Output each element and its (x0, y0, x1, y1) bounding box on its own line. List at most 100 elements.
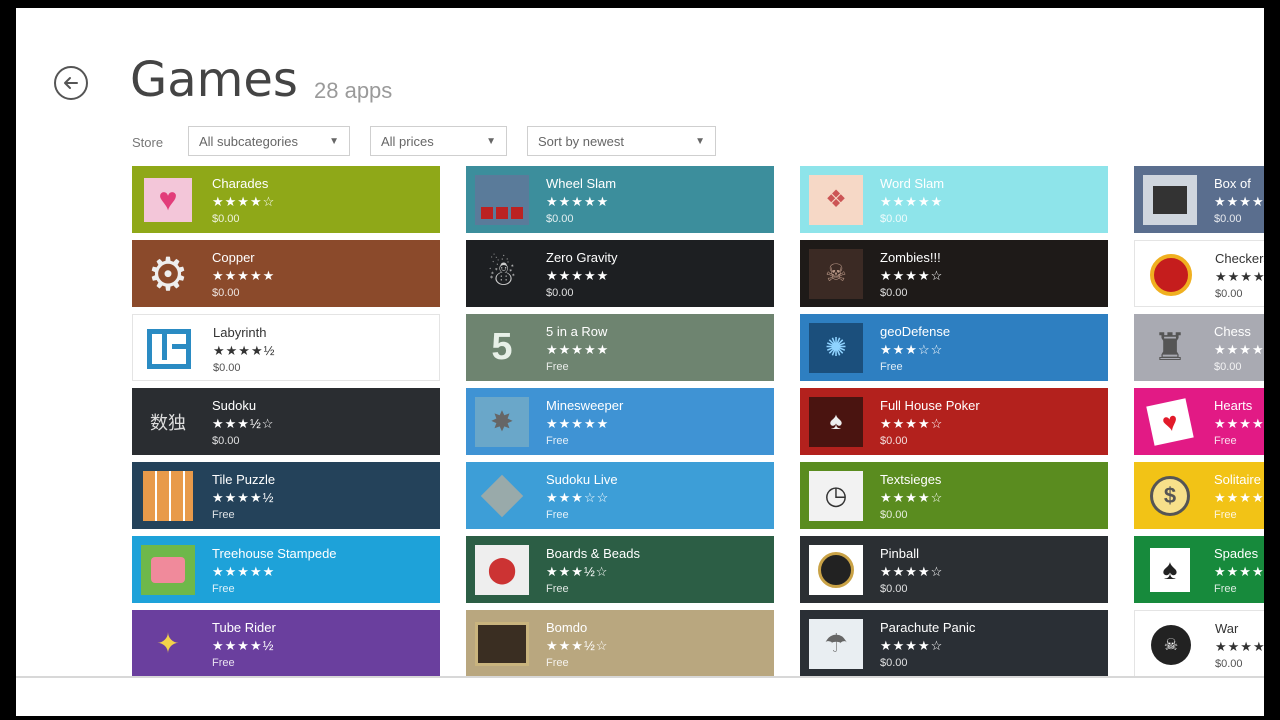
app-price: $0.00 (1214, 361, 1242, 373)
price-value: All prices (381, 133, 434, 149)
app-price: Free (546, 361, 569, 373)
app-tile[interactable]: ✺ geoDefense ★★★☆☆ Free (800, 314, 1108, 381)
app-tile[interactable]: 数独 Sudoku ★★★½☆ $0.00 (132, 388, 440, 455)
star-rating: ★★★½☆ (546, 564, 609, 579)
photo-icon (1142, 173, 1198, 226)
back-button[interactable] (54, 66, 88, 100)
star-rating: ★★★★½ (212, 638, 275, 653)
page-title: Games (130, 52, 298, 108)
app-price: $0.00 (880, 435, 908, 447)
app-tile[interactable]: Bomdo ★★★½☆ Free (466, 610, 774, 677)
star-rating: ★★★★★ (212, 268, 276, 283)
app-tile[interactable]: Box of ★★★★★ $0.00 (1134, 166, 1264, 233)
app-price: $0.00 (546, 213, 574, 225)
app-count: 28 apps (314, 78, 393, 103)
chevron-down-icon: ▼ (486, 135, 496, 147)
app-tile[interactable]: ◷ Textsieges ★★★★☆ $0.00 (800, 462, 1108, 529)
zombie-icon: ☠ (808, 247, 864, 300)
app-tile[interactable]: $ Solitaire ★★★★★ Free (1134, 462, 1264, 529)
app-tile[interactable]: 5 5 in a Row ★★★★★ Free (466, 314, 774, 381)
subcategory-dropdown[interactable]: All subcategories ▼ (188, 126, 350, 156)
geodefense-icon: ✺ (808, 321, 864, 374)
app-tile[interactable]: Treehouse Stampede ★★★★★ Free (132, 536, 440, 603)
app-name: Labyrinth (213, 325, 267, 340)
app-tile[interactable]: ♠ Full House Poker ★★★★☆ $0.00 (800, 388, 1108, 455)
star-rating: ★★★½☆ (546, 638, 609, 653)
app-name: Textsieges (880, 472, 942, 487)
app-tile[interactable]: Tile Puzzle ★★★★½ Free (132, 462, 440, 529)
app-price: Free (212, 583, 235, 595)
app-name: Spades (1214, 546, 1259, 561)
app-name: Box of (1214, 176, 1251, 191)
tile-puzzle-icon (140, 469, 196, 522)
star-rating: ★★★★☆ (880, 490, 944, 505)
spades-icon: ♠ (1142, 543, 1198, 596)
star-rating: ★★★★★ (1215, 639, 1264, 654)
app-name: Tile Puzzle (212, 472, 276, 487)
sort-dropdown[interactable]: Sort by newest ▼ (527, 126, 716, 156)
app-tile[interactable]: Sudoku Live ★★★☆☆ Free (466, 462, 774, 529)
app-tile[interactable]: ☠ War ★★★★★ $0.00 (1134, 610, 1264, 677)
app-tile[interactable]: ⚙ Copper ★★★★★ $0.00 (132, 240, 440, 307)
subcategory-value: All subcategories (199, 133, 298, 149)
app-tile[interactable]: Labyrinth ★★★★½ $0.00 (132, 314, 440, 381)
chevron-down-icon: ▼ (329, 135, 339, 147)
star-rating: ★★★★★ (1215, 269, 1264, 284)
app-tile[interactable]: ✸ Minesweeper ★★★★★ Free (466, 388, 774, 455)
star-rating: ★★★★★ (546, 268, 610, 283)
app-price: $0.00 (212, 435, 240, 447)
app-name: Chess (1214, 324, 1251, 339)
star-rating: ★★★★☆ (880, 638, 944, 653)
tube-rider-icon: ✦ (156, 628, 180, 659)
price-dropdown[interactable]: All prices ▼ (370, 126, 507, 156)
app-name: Zero Gravity (546, 250, 618, 265)
five-icon: 5 (491, 326, 513, 368)
dice-icon (474, 173, 530, 226)
star-rating: ★★★☆☆ (546, 490, 610, 505)
app-tile[interactable]: ☠ Zombies!!! ★★★★☆ $0.00 (800, 240, 1108, 307)
app-price: Free (880, 361, 903, 373)
sort-value: Sort by newest (538, 133, 624, 149)
app-tile[interactable]: ❖ Word Slam ★★★★★ $0.00 (800, 166, 1108, 233)
app-price: $0.00 (1215, 658, 1243, 670)
star-rating: ★★★★★ (880, 194, 944, 209)
app-name: geoDefense (880, 324, 951, 339)
star-rating: ★★★★☆ (212, 194, 276, 209)
star-rating: ★★★★½ (212, 490, 275, 505)
app-name: Full House Poker (880, 398, 980, 413)
app-price: $0.00 (880, 287, 908, 299)
app-price: Free (546, 435, 569, 447)
app-tile[interactable]: ♜ Chess ★★★★★ $0.00 (1134, 314, 1264, 381)
app-tile[interactable]: ♥ Charades ★★★★☆ $0.00 (132, 166, 440, 233)
app-name: Charades (212, 176, 269, 191)
app-price: Free (1214, 435, 1237, 447)
app-price: $0.00 (1215, 288, 1243, 300)
star-rating: ★★★★★ (1214, 490, 1264, 505)
app-tile[interactable]: Pinball ★★★★☆ $0.00 (800, 536, 1108, 603)
app-price: $0.00 (212, 213, 240, 225)
star-rating: ★★★★★ (1214, 416, 1264, 431)
star-rating: ★★★★☆ (880, 268, 944, 283)
app-name: Wheel Slam (546, 176, 617, 191)
app-tile[interactable]: ✦ Tube Rider ★★★★½ Free (132, 610, 440, 677)
app-tile[interactable]: ☂ Parachute Panic ★★★★☆ $0.00 (800, 610, 1108, 677)
app-tile[interactable]: ♠ Spades ★★★★★ Free (1134, 536, 1264, 603)
app-name: Zombies!!! (880, 250, 941, 265)
app-price: $0.00 (212, 287, 240, 299)
diamond-board-icon (474, 469, 530, 522)
treehouse-icon (140, 543, 196, 596)
app-tile[interactable]: ⬤ Boards & Beads ★★★½☆ Free (466, 536, 774, 603)
app-tile[interactable]: ☃ Zero Gravity ★★★★★ $0.00 (466, 240, 774, 307)
hearts-card-icon: ♥ (1142, 395, 1198, 448)
app-tile[interactable]: ♥ Hearts ★★★★★ Free (1134, 388, 1264, 455)
app-tile[interactable]: Checkers ★★★★★ $0.00 (1134, 240, 1264, 307)
app-price: Free (1214, 583, 1237, 595)
app-price: $0.00 (880, 583, 908, 595)
app-tile[interactable]: Wheel Slam ★★★★★ $0.00 (466, 166, 774, 233)
store-page: Games 28 apps Store All subcategories ▼ … (16, 8, 1264, 716)
cards-icon: ❖ (808, 173, 864, 226)
heart-icon: ♥ (140, 173, 196, 226)
app-name: Sudoku Live (546, 472, 618, 487)
app-name: Sudoku (212, 398, 257, 413)
star-rating: ★★★★★ (546, 194, 610, 209)
